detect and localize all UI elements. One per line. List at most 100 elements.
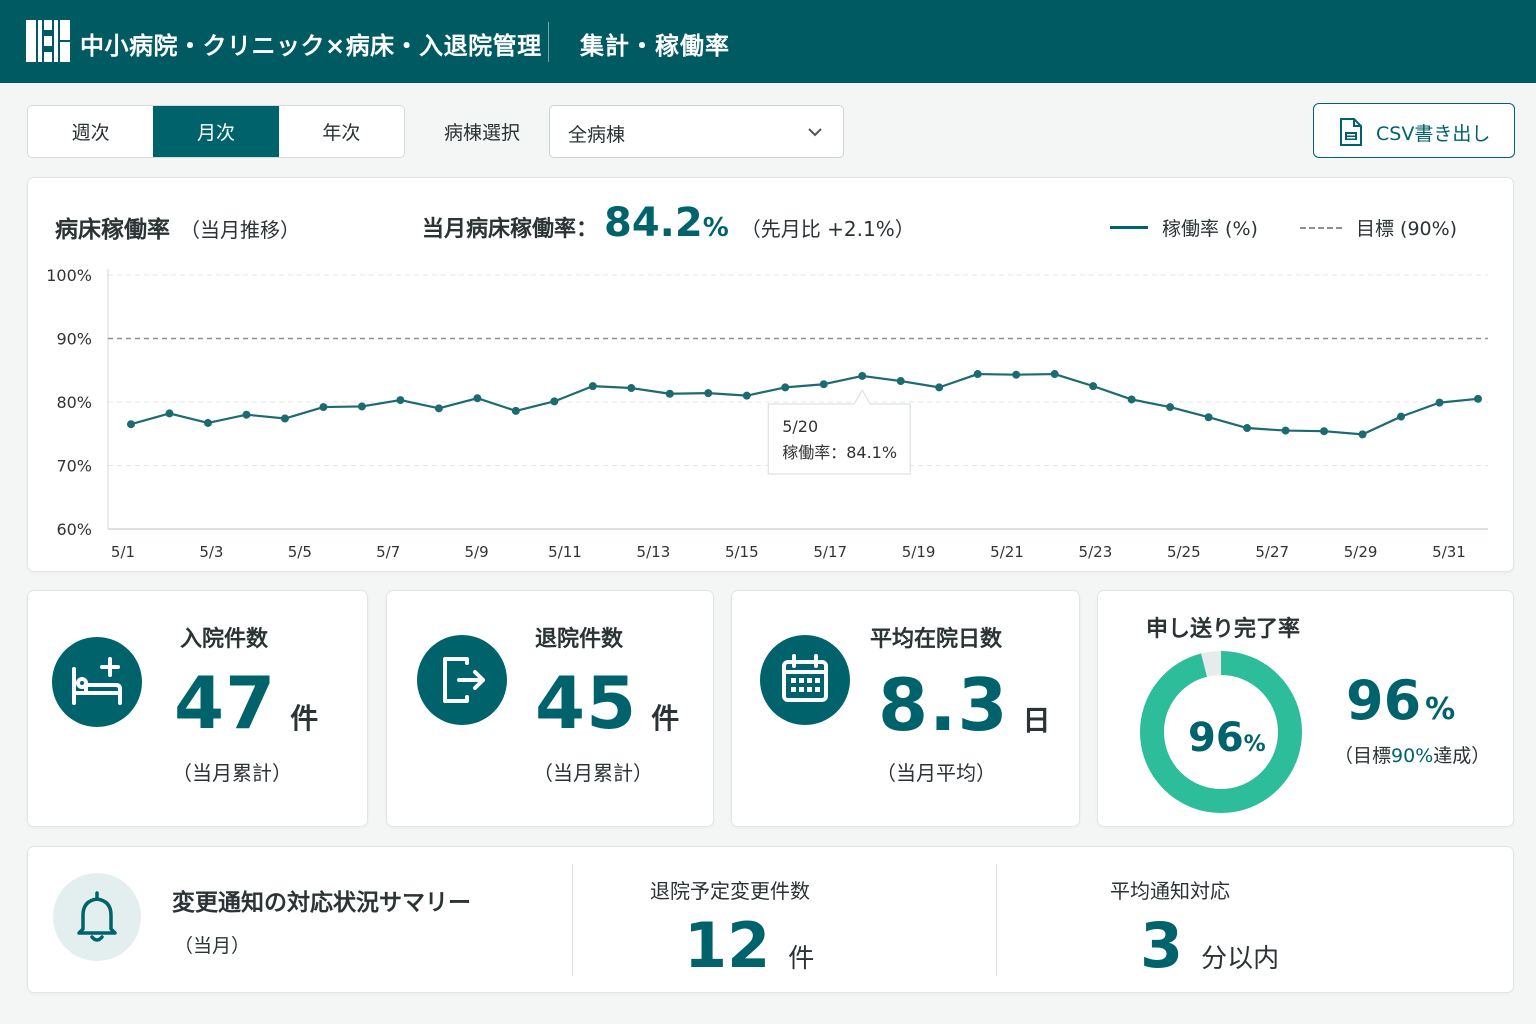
summary-subtitle: （当月） <box>174 935 251 957</box>
data-point <box>1089 382 1098 391</box>
tooltip-date: 5/20 <box>782 417 818 436</box>
data-point <box>203 418 212 427</box>
data-point <box>396 396 405 405</box>
data-point <box>280 414 289 423</box>
admissions-card: 入院件数 47 件 （当月累計） <box>27 590 368 827</box>
handover-number: 96 <box>1346 669 1422 732</box>
data-point <box>742 391 751 400</box>
app-title: 中小病院・クリニック×病床・入退院管理 <box>80 32 542 60</box>
x-tick-label: 5/3 <box>199 543 223 561</box>
avg-response-number: 3 <box>1140 909 1184 982</box>
occupancy-line-chart: 100% 90% 80% 70% 60% 5/1 5/3 5/5 5/7 5/9 5/11 5/13 5… <box>46 266 1488 561</box>
admissions-unit: 件 <box>290 702 319 735</box>
avg-stay-note: （当月平均） <box>876 761 996 785</box>
avg-response-label: 平均通知対応 <box>1110 879 1230 903</box>
donut-center-label: 96 % <box>1188 715 1266 761</box>
discharges-unit: 件 <box>651 702 680 735</box>
summary-title: 変更通知の対応状況サマリー <box>172 890 471 916</box>
data-point <box>858 371 867 380</box>
data-point <box>973 370 982 379</box>
app-header: 中小病院・クリニック×病床・入退院管理 集計・稼働率 <box>0 0 1536 83</box>
handover-note: （目標90%達成） <box>1334 741 1490 768</box>
y-tick-label: 100% <box>46 266 92 285</box>
tab-weekly[interactable]: 週次 <box>28 106 153 157</box>
data-point <box>665 389 674 398</box>
x-tick-label: 5/7 <box>376 543 400 561</box>
data-point <box>242 410 251 419</box>
data-point <box>1358 430 1367 439</box>
calendar-icon <box>760 635 850 725</box>
chevron-down-icon <box>808 128 822 137</box>
x-tick-label: 5/23 <box>1079 543 1113 561</box>
y-tick-label: 60% <box>56 520 92 539</box>
x-tick-label: 5/11 <box>548 543 582 561</box>
data-point <box>357 402 366 411</box>
avg-response-value: 3 分以内 <box>1140 909 1279 982</box>
x-tick-label: 5/5 <box>288 543 312 561</box>
donut-center-value: 96 <box>1188 715 1244 761</box>
x-tick-label: 5/31 <box>1432 543 1466 561</box>
admissions-value: 47 件 <box>174 661 318 745</box>
x-tick-label: 5/1 <box>111 543 135 561</box>
data-point <box>1204 413 1213 422</box>
data-point <box>127 420 135 429</box>
data-point <box>935 383 944 392</box>
data-point <box>1320 427 1329 436</box>
data-point <box>1281 426 1290 435</box>
data-point <box>434 404 443 413</box>
handover-note-target: 90% <box>1391 745 1434 767</box>
summary-divider <box>996 864 997 976</box>
discharges-number: 45 <box>535 661 638 745</box>
tab-monthly[interactable]: 月次 <box>153 106 279 157</box>
period-tabs: 週次 月次 年次 <box>27 105 405 158</box>
data-point <box>1050 370 1059 379</box>
handover-note-prefix: （目標 <box>1334 745 1392 767</box>
data-point <box>781 383 790 392</box>
x-tick-label: 5/29 <box>1344 543 1378 561</box>
x-tick-label: 5/17 <box>813 543 847 561</box>
avg-stay-value: 8.3 日 <box>878 663 1051 747</box>
data-point <box>473 394 482 403</box>
x-tick-label: 5/25 <box>1167 543 1201 561</box>
data-point <box>319 403 328 412</box>
ward-select[interactable]: 全病棟 <box>549 105 844 158</box>
avg-stay-card: 平均在院日数 8.3 日 （当月平均） <box>731 590 1080 827</box>
y-tick-label: 80% <box>56 393 92 412</box>
csv-export-button[interactable]: CSV書き出し <box>1313 103 1515 158</box>
data-point <box>1435 398 1444 407</box>
tooltip-value: 稼働率：84.1% <box>782 443 897 462</box>
data-point <box>165 409 174 418</box>
data-point <box>819 380 828 389</box>
data-point <box>1243 424 1252 433</box>
discharges-card: 退院件数 45 件 （当月累計） <box>386 590 714 827</box>
x-tick-label: 5/15 <box>725 543 759 561</box>
x-tick-label: 5/13 <box>637 543 671 561</box>
discharge-change-label: 退院予定変更件数 <box>650 879 810 903</box>
handover-title: 申し送り完了率 <box>1146 617 1301 642</box>
admissions-title: 入院件数 <box>180 627 269 652</box>
handover-unit: % <box>1425 692 1456 727</box>
handover-note-suffix: 達成） <box>1433 745 1491 767</box>
bell-icon <box>53 873 141 961</box>
data-point <box>704 389 713 398</box>
data-point <box>627 384 636 393</box>
hospital-logo-icon <box>26 20 70 62</box>
notification-summary-card: 変更通知の対応状況サマリー （当月） 退院予定変更件数 12 件 平均通知対応 … <box>27 846 1514 993</box>
data-point <box>588 382 597 391</box>
data-point <box>511 406 520 415</box>
bed-plus-icon <box>52 637 142 727</box>
data-point <box>550 397 559 406</box>
y-tick-label: 70% <box>56 457 92 476</box>
csv-file-icon <box>1340 118 1362 146</box>
ward-select-label: 病棟選択 <box>444 122 521 144</box>
avg-stay-number: 8.3 <box>878 663 1009 747</box>
discharges-title: 退院件数 <box>535 627 624 652</box>
handover-value: 96 % <box>1346 669 1455 732</box>
tab-yearly[interactable]: 年次 <box>279 106 404 157</box>
data-point <box>1012 370 1021 379</box>
discharges-value: 45 件 <box>535 661 679 745</box>
x-tick-label: 5/21 <box>990 543 1024 561</box>
csv-export-label: CSV書き出し <box>1376 123 1491 145</box>
discharge-change-number: 12 <box>684 909 771 982</box>
avg-response-unit: 分以内 <box>1201 944 1280 974</box>
